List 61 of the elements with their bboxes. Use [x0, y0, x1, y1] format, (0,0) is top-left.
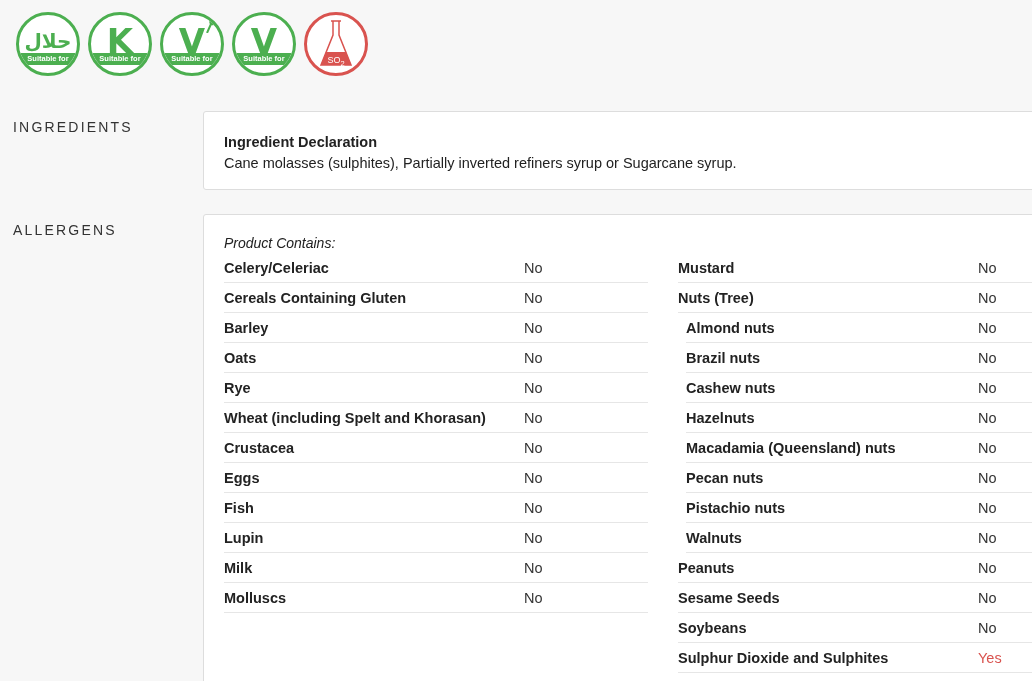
allergen-name: Sesame Seeds	[678, 589, 781, 606]
allergen-name: Sulphur Dioxide and Sulphites	[678, 649, 890, 666]
allergen-value: No	[978, 619, 997, 636]
leaf-icon	[205, 19, 215, 33]
flask-icon	[319, 19, 353, 69]
allergen-name: Crustacea	[224, 439, 296, 456]
allergen-value: No	[524, 379, 543, 396]
allergen-name: Celery/Celeriac	[224, 259, 330, 276]
allergen-value: Yes	[978, 649, 1002, 666]
allergen-value: No	[978, 349, 997, 366]
allergen-name: Almond nuts	[686, 319, 776, 336]
section-heading: INGREDIENTS	[12, 118, 134, 137]
allergen-name: Rye	[224, 379, 252, 396]
badge-symbol: حلال	[24, 31, 72, 51]
allergen-value: No	[978, 499, 997, 516]
allergen-value: No	[978, 379, 997, 396]
section-heading: ALLERGENS	[12, 221, 118, 240]
allergen-value: No	[524, 409, 543, 426]
allergen-value: No	[524, 259, 543, 276]
allergen-name: Mustard	[678, 259, 736, 276]
allergen-value: No	[978, 319, 997, 336]
allergen-name: Soybeans	[678, 619, 748, 636]
allergen-value: No	[978, 559, 997, 576]
allergen-value: No	[978, 409, 997, 426]
ingredients-title: Ingredient Declaration	[224, 134, 379, 150]
allergen-name: Hazelnuts	[686, 409, 756, 426]
allergen-name: Milk	[224, 559, 254, 576]
allergen-name: Walnuts	[686, 529, 743, 546]
allergen-name: Lupin	[224, 529, 265, 546]
allergen-name: Cereals Containing Gluten	[224, 289, 408, 306]
allergen-name: Oats	[224, 349, 258, 366]
allergen-name: Macadamia (Queensland) nuts	[686, 439, 897, 456]
allergen-name: Cashew nuts	[686, 379, 777, 396]
allergen-value: No	[524, 559, 543, 576]
allergen-value: No	[978, 439, 997, 456]
allergen-name: Wheat (including Spelt and Khorasan)	[224, 409, 487, 426]
allergen-value: No	[978, 289, 997, 306]
allergen-value: No	[524, 499, 543, 516]
allergen-value: No	[524, 319, 543, 336]
allergen-name: Pecan nuts	[686, 469, 765, 486]
allergens-subtitle: Product Contains:	[224, 235, 337, 251]
ingredients-text: Cane molasses (sulphites), Partially inverted refiners syrup or Sugarcane syrup.	[224, 155, 738, 171]
allergen-value: No	[524, 439, 543, 456]
allergen-name: Pistachio nuts	[686, 499, 787, 516]
allergen-value: No	[978, 259, 997, 276]
allergen-name: Peanuts	[678, 559, 736, 576]
allergen-value: No	[524, 469, 543, 486]
allergen-value: No	[524, 529, 543, 546]
allergen-value: No	[524, 349, 543, 366]
allergen-name: Brazil nuts	[686, 349, 762, 366]
badge-symbol: SO$_{2}$	[326, 55, 346, 68]
allergen-value: No	[978, 469, 997, 486]
allergen-value: No	[978, 529, 997, 546]
allergen-name: Barley	[224, 319, 270, 336]
allergen-name: Eggs	[224, 469, 261, 486]
allergen-name: Molluscs	[224, 589, 288, 606]
allergen-value: No	[524, 589, 543, 606]
allergen-value: No	[524, 289, 543, 306]
allergen-name: Fish	[224, 499, 255, 516]
allergen-value: No	[978, 589, 997, 606]
allergen-name: Nuts (Tree)	[678, 289, 755, 306]
